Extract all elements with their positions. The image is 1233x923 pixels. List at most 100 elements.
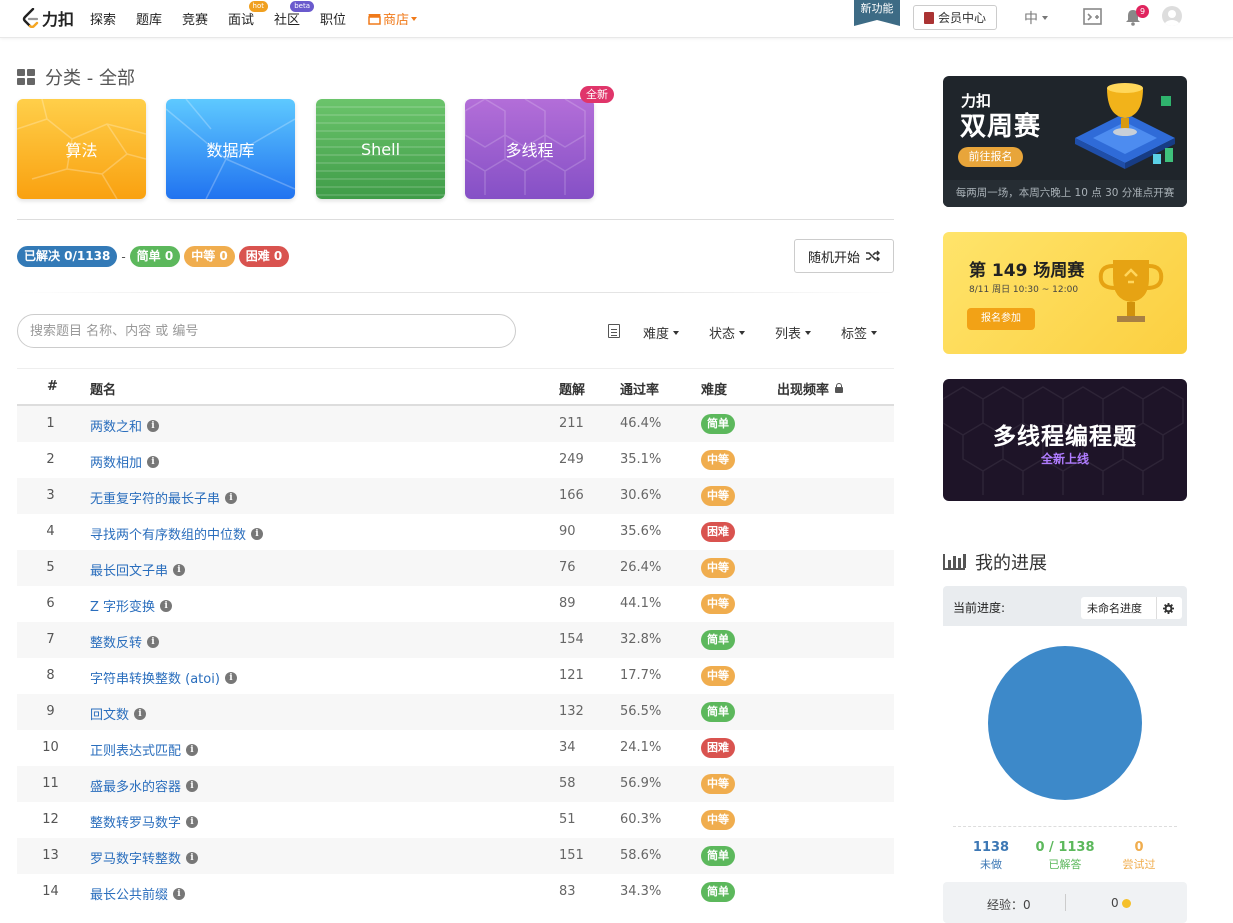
problem-title-link[interactable]: 正则表达式匹配 i — [90, 740, 199, 759]
info-icon[interactable]: i — [225, 491, 238, 504]
biweekly-contest-banner[interactable]: 力扣 双周赛 前往报名 每两周一场，本周六晚上 10 点 30 分准点开赛 — [943, 76, 1187, 207]
solution-count[interactable]: 58 — [559, 776, 576, 791]
problem-title-link[interactable]: 回文数 i — [90, 704, 147, 723]
header-acceptance[interactable]: 通过率 — [620, 379, 659, 398]
solution-count[interactable]: 121 — [559, 668, 584, 683]
concurrency-banner[interactable]: 多线程编程题 全新上线 — [943, 379, 1187, 501]
language-selector[interactable]: 中 — [1024, 8, 1048, 28]
row-index: 9 — [46, 704, 55, 719]
solution-count[interactable]: 34 — [559, 740, 576, 755]
info-icon[interactable]: i — [147, 635, 160, 648]
problem-title-link[interactable]: 最长公共前缀 i — [90, 884, 186, 903]
document-icon[interactable] — [608, 324, 620, 338]
solution-count[interactable]: 132 — [559, 704, 584, 719]
problem-title-link[interactable]: 寻找两个有序数组的中位数 i — [90, 524, 264, 543]
nav-jobs[interactable]: 职位 — [320, 9, 346, 28]
experience-label: 经验：0 — [987, 898, 1031, 912]
info-icon[interactable]: i — [186, 851, 199, 864]
info-icon[interactable]: i — [160, 599, 173, 612]
category-algorithms[interactable]: 算法 — [17, 99, 146, 199]
problem-title-link[interactable]: 两数相加 i — [90, 452, 160, 471]
solution-count[interactable]: 211 — [559, 416, 584, 431]
solution-count[interactable]: 51 — [559, 812, 576, 827]
info-icon[interactable]: i — [186, 815, 199, 828]
problem-title-link[interactable]: 整数转罗马数字 i — [90, 812, 199, 831]
filter-tags-label: 标签 — [841, 327, 868, 342]
category-database[interactable]: 数据库 — [166, 99, 295, 199]
filter-status[interactable]: 状态 — [709, 323, 746, 342]
filter-tags[interactable]: 标签 — [841, 323, 878, 342]
row-index: 10 — [42, 740, 59, 755]
nav-community[interactable]: 社区 beta — [274, 1, 315, 28]
pie-slice-todo[interactable] — [988, 646, 1142, 800]
vip-center-button[interactable]: 会员中心 — [913, 5, 997, 30]
acceptance-rate: 56.9% — [620, 776, 662, 791]
solution-count[interactable]: 151 — [559, 848, 584, 863]
stat-attempted-caption: 尝试过 — [1122, 858, 1156, 871]
info-icon[interactable]: i — [147, 419, 160, 432]
nav-store[interactable]: 商店 — [368, 9, 418, 28]
gear-icon[interactable] — [1156, 597, 1180, 619]
solution-count[interactable]: 89 — [559, 596, 576, 611]
nav-problems[interactable]: 题库 — [136, 9, 162, 28]
nav-explore[interactable]: 探索 — [90, 9, 116, 28]
stat-attempted-number: 0 — [1134, 840, 1144, 855]
problem-title-link[interactable]: 盛最多水的容器 i — [90, 776, 199, 795]
category-concurrency[interactable]: 多线程 — [465, 99, 594, 199]
info-icon[interactable]: i — [224, 671, 237, 684]
category-shell[interactable]: Shell — [316, 99, 445, 199]
problem-title-link[interactable]: 字符串转换整数 (atoi) i — [90, 668, 237, 687]
header-difficulty[interactable]: 难度 — [701, 379, 727, 398]
chevron-down-icon — [805, 330, 812, 335]
info-icon[interactable]: i — [173, 563, 186, 576]
problem-title-link[interactable]: Z 字形变换 i — [90, 596, 173, 615]
biweekly-register-button[interactable]: 前往报名 — [958, 147, 1023, 167]
header-frequency[interactable]: 出现频率 — [777, 379, 844, 398]
weekly-contest-banner[interactable]: 第 149 场周赛 8/11 周日 10:30 ~ 12:00 报名参加 — [943, 232, 1187, 354]
problem-title-link[interactable]: 整数反转 i — [90, 632, 160, 651]
progress-session-select[interactable]: 未命名进度 — [1081, 597, 1182, 619]
row-index: 13 — [42, 848, 59, 863]
header-title[interactable]: 题名 — [90, 379, 116, 398]
info-icon[interactable]: i — [147, 455, 160, 468]
solution-count[interactable]: 76 — [559, 560, 576, 575]
playground-icon[interactable] — [1083, 8, 1103, 26]
acceptance-rate: 24.1% — [620, 740, 662, 755]
problem-title-link[interactable]: 最长回文子串 i — [90, 560, 186, 579]
info-icon[interactable]: i — [186, 743, 199, 756]
info-icon[interactable]: i — [173, 887, 186, 900]
problem-title-link[interactable]: 无重复字符的最长子串 i — [90, 488, 238, 507]
solution-count[interactable]: 166 — [559, 488, 584, 503]
nav-interview[interactable]: 面试 hot — [228, 1, 269, 28]
coin-icon — [1121, 898, 1131, 908]
problem-title: 两数相加 — [90, 456, 143, 471]
avatar[interactable] — [1162, 6, 1182, 26]
filter-list[interactable]: 列表 — [775, 323, 812, 342]
header-frequency-label: 出现频率 — [777, 383, 830, 398]
info-icon[interactable]: i — [251, 527, 264, 540]
leetcode-logo[interactable]: 力扣 — [22, 7, 74, 29]
divider — [1065, 894, 1066, 911]
acceptance-rate: 32.8% — [620, 632, 662, 647]
weekly-register-button[interactable]: 报名参加 — [967, 308, 1035, 330]
acceptance-rate: 35.6% — [620, 524, 662, 539]
problem-title-link[interactable]: 两数之和 i — [90, 416, 160, 435]
new-feature-ribbon[interactable]: 新功能 — [854, 0, 900, 26]
difficulty-badge: 中等 — [701, 774, 735, 794]
acceptance-rate: 56.5% — [620, 704, 662, 719]
search-input[interactable] — [17, 314, 516, 348]
table-row: 4 寻找两个有序数组的中位数 i 90 35.6% 困难 — [17, 514, 894, 550]
solution-count[interactable]: 154 — [559, 632, 584, 647]
solution-count[interactable]: 83 — [559, 884, 576, 899]
info-icon[interactable]: i — [134, 707, 147, 720]
solution-count[interactable]: 249 — [559, 452, 584, 467]
problem-title-link[interactable]: 罗马数字转整数 i — [90, 848, 199, 867]
random-start-button[interactable]: 随机开始 — [794, 239, 894, 273]
solution-count[interactable]: 90 — [559, 524, 576, 539]
filter-difficulty[interactable]: 难度 — [643, 323, 680, 342]
info-icon[interactable]: i — [186, 779, 199, 792]
nav-contest[interactable]: 竞赛 — [182, 9, 208, 28]
header-solutions[interactable]: 题解 — [559, 379, 585, 398]
user-icon — [1164, 10, 1180, 26]
header-index[interactable]: # — [47, 379, 58, 394]
